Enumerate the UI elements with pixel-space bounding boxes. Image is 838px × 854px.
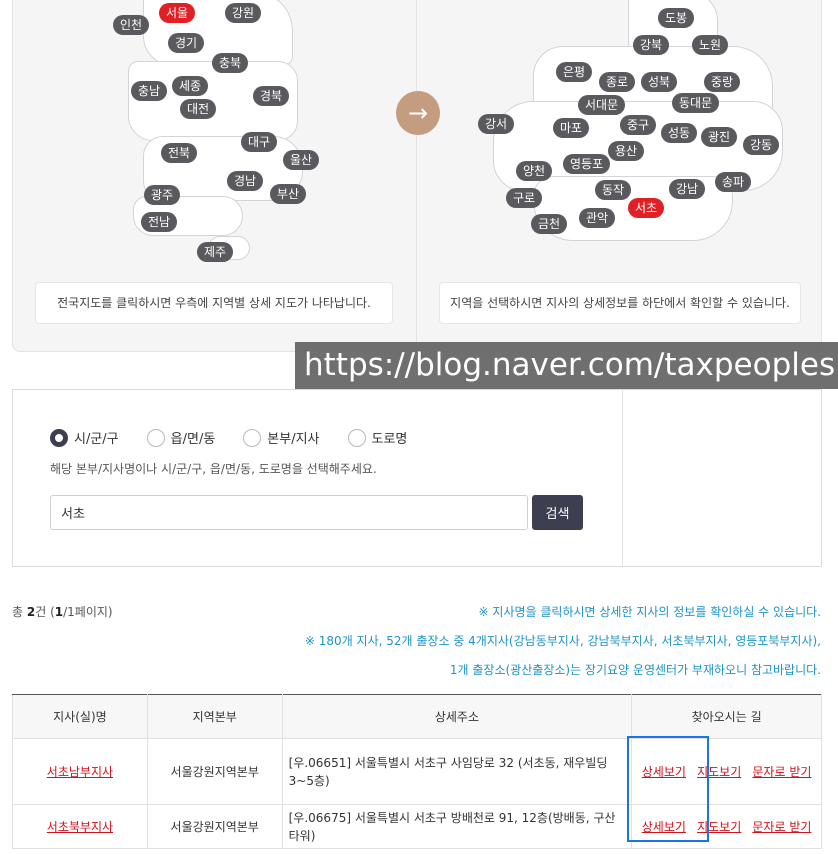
- district-yongsan[interactable]: 용산: [608, 141, 645, 161]
- district-seongdong[interactable]: 성동: [661, 123, 698, 143]
- district-seodaemun[interactable]: 서대문: [578, 95, 626, 115]
- district-mapo[interactable]: 마포: [553, 118, 590, 138]
- table-header-row: 지사(실)명 지역본부 상세주소 찾아오시는 길: [12, 694, 822, 739]
- region-chungnam[interactable]: 충남: [131, 81, 168, 101]
- district-songpa[interactable]: 송파: [715, 172, 752, 192]
- table-row: 서초남부지사 서울강원지역본부 [우.06651] 서울특별시 서초구 사임당로…: [12, 738, 822, 805]
- watermark: https://blog.naver.com/taxpeoples: [295, 342, 838, 389]
- sms-link[interactable]: 문자로 받기: [752, 818, 811, 835]
- radio-eup-myeon-dong[interactable]: 읍/면/동: [146, 428, 216, 447]
- district-gangbuk[interactable]: 강북: [633, 35, 670, 55]
- region-jeonnam[interactable]: 전남: [141, 212, 178, 232]
- th-address: 상세주소: [281, 694, 633, 739]
- region-gyeonggi[interactable]: 경기: [168, 33, 205, 53]
- district-jungnang[interactable]: 중랑: [704, 72, 741, 92]
- district-eunpyeong[interactable]: 은평: [556, 62, 593, 82]
- district-gwanak[interactable]: 관악: [579, 208, 616, 228]
- district-gangnam[interactable]: 강남: [669, 179, 706, 199]
- map-panel: 서울 강원 인천 경기 충북 충남 세종 대전 경북 전북 대구 울산 경남 부…: [12, 0, 822, 352]
- district-geumcheon[interactable]: 금천: [531, 214, 568, 234]
- radio-label: 시/군/구: [74, 432, 119, 447]
- district-jongno[interactable]: 종로: [599, 72, 636, 92]
- region-ulsan[interactable]: 울산: [283, 150, 320, 170]
- map-hint-right: 지역을 선택하시면 지사의 상세정보를 하단에서 확인할 수 있습니다.: [439, 282, 801, 324]
- search-button[interactable]: 검색: [532, 495, 583, 530]
- district-yeongdeungpo[interactable]: 영등포: [563, 154, 611, 174]
- district-dongjak[interactable]: 동작: [595, 180, 632, 200]
- radio-doromyeong[interactable]: 도로명: [347, 428, 408, 447]
- radio-unchecked-icon[interactable]: [243, 428, 262, 447]
- search-box-divider: [622, 390, 623, 566]
- result-count-number: 2: [26, 605, 36, 619]
- radio-label: 읍/면/동: [170, 432, 216, 447]
- radio-unchecked-icon[interactable]: [347, 428, 366, 447]
- district-gwangjin[interactable]: 광진: [701, 127, 738, 147]
- map-divider: [416, 0, 417, 351]
- result-page-number: 1: [54, 605, 64, 619]
- arrow-right-icon: →: [396, 91, 440, 135]
- region-gwangju[interactable]: 광주: [144, 185, 181, 205]
- search-help-text: 해당 본부/지사명이나 시/군/구, 읍/면/동, 도로명을 선택해주세요.: [50, 462, 377, 476]
- detail-view-link[interactable]: 상세보기: [642, 818, 686, 835]
- district-yangcheon[interactable]: 양천: [516, 161, 553, 181]
- branch-name-link[interactable]: 서초북부지사: [47, 820, 113, 834]
- district-gangseo[interactable]: 강서: [478, 114, 515, 134]
- th-regional-hq: 지역본부: [146, 694, 283, 739]
- sms-link[interactable]: 문자로 받기: [752, 763, 811, 780]
- region-chungbuk[interactable]: 충북: [212, 53, 249, 73]
- regional-hq-cell: 서울강원지역본부: [146, 738, 283, 805]
- regional-hq-cell: 서울강원지역본부: [146, 804, 283, 849]
- radio-unchecked-icon[interactable]: [146, 428, 165, 447]
- address-cell: [우.06651] 서울특별시 서초구 사임당로 32 (서초동, 재우빌딩 3…: [281, 738, 633, 805]
- district-dobong[interactable]: 도봉: [658, 8, 695, 28]
- result-table: 지사(실)명 지역본부 상세주소 찾아오시는 길 서초남부지사 서울강원지역본부…: [12, 694, 822, 849]
- district-nowon[interactable]: 노원: [692, 35, 729, 55]
- address-cell: [우.06675] 서울특별시 서초구 방배천로 91, 12층(방배동, 구산…: [281, 804, 633, 849]
- region-gangwon[interactable]: 강원: [225, 3, 262, 23]
- search-input[interactable]: [50, 495, 528, 530]
- region-incheon[interactable]: 인천: [113, 15, 150, 35]
- table-row: 서초북부지사 서울강원지역본부 [우.06675] 서울특별시 서초구 방배천로…: [12, 804, 822, 849]
- district-guro[interactable]: 구로: [506, 188, 543, 208]
- region-daejeon[interactable]: 대전: [180, 99, 217, 119]
- region-seoul[interactable]: 서울: [159, 3, 196, 23]
- map-view-link[interactable]: 지도보기: [697, 818, 741, 835]
- notice-line-2: ※ 180개 지사, 52개 출장소 중 4개지사(강남동부지사, 강남북부지사…: [304, 634, 821, 648]
- notice-line-1: ※ 지사명을 클릭하시면 상세한 지사의 정보를 확인하실 수 있습니다.: [478, 605, 821, 619]
- radio-checked-icon[interactable]: [50, 428, 68, 447]
- region-jeju[interactable]: 제주: [197, 242, 234, 262]
- region-gyeongnam[interactable]: 경남: [227, 171, 264, 191]
- region-jeonbuk[interactable]: 전북: [161, 143, 198, 163]
- radio-bonbu-jisa[interactable]: 본부/지사: [243, 428, 320, 447]
- result-count: 총 2건 (1/1페이지): [12, 605, 113, 619]
- search-box: 시/군/구 읍/면/동 본부/지사 도로명 해당 본부/지사명이나 시/군/구,…: [12, 389, 822, 567]
- district-seongbuk[interactable]: 성북: [641, 72, 678, 92]
- map-hint-left: 전국지도를 클릭하시면 우측에 지역별 상세 지도가 나타납니다.: [35, 282, 393, 324]
- branch-name-link[interactable]: 서초남부지사: [47, 765, 113, 779]
- radio-label: 도로명: [371, 432, 408, 447]
- region-gyeongbuk[interactable]: 경북: [253, 86, 290, 106]
- radio-label: 본부/지사: [267, 432, 320, 447]
- district-dongdaemun[interactable]: 동대문: [672, 93, 720, 113]
- detail-view-link[interactable]: 상세보기: [642, 763, 686, 780]
- map-view-link[interactable]: 지도보기: [697, 763, 741, 780]
- region-sejong[interactable]: 세종: [172, 76, 209, 96]
- notice-line-3: 1개 출장소(광산출장소)는 장기요양 운영센터가 부재하오니 참고바랍니다.: [449, 663, 821, 677]
- district-junggu[interactable]: 중구: [620, 115, 657, 135]
- th-directions: 찾아오시는 길: [631, 694, 822, 739]
- district-gangdong[interactable]: 강동: [743, 135, 780, 155]
- radio-si-gun-gu[interactable]: 시/군/구: [50, 428, 119, 447]
- region-busan[interactable]: 부산: [270, 184, 307, 204]
- th-branch-name: 지사(실)명: [12, 694, 148, 739]
- region-daegu[interactable]: 대구: [241, 132, 278, 152]
- search-type-radio-group: 시/군/구 읍/면/동 본부/지사 도로명: [50, 428, 435, 447]
- district-seocho[interactable]: 서초: [628, 198, 665, 218]
